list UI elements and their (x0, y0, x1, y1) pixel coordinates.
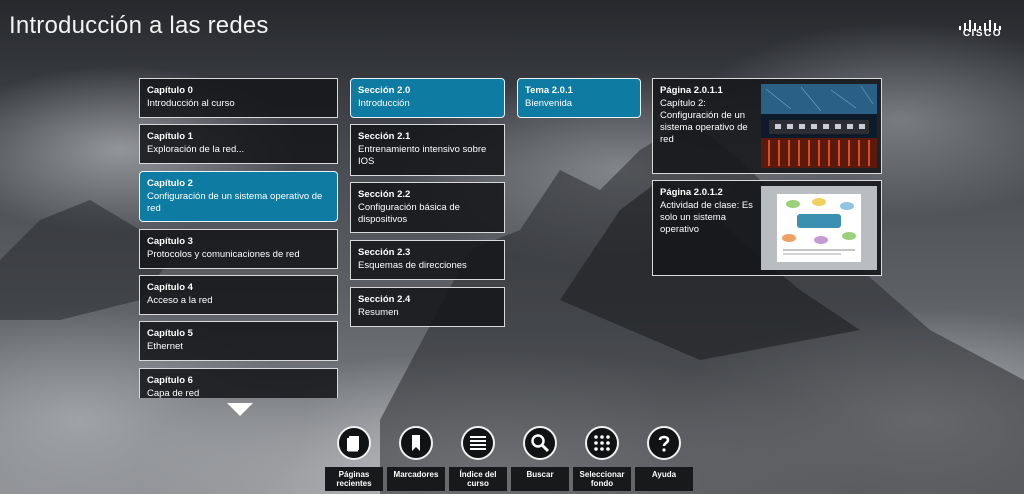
chapter-number: Capítulo 4 (147, 282, 193, 293)
section-name: Esquemas de direcciones (358, 260, 467, 271)
chapter-number: Capítulo 3 (147, 236, 193, 247)
search-label: Buscar (511, 467, 569, 491)
chapter-number: Capítulo 2 (147, 178, 193, 189)
section-number: Sección 2.4 (358, 294, 411, 305)
help-label: Ayuda (635, 467, 693, 491)
chapter-number: Capítulo 6 (147, 375, 193, 386)
chapter-name: Introducción al curso (147, 98, 235, 109)
chapter-item[interactable]: Capítulo 5 Ethernet (139, 321, 338, 361)
select-background-label: Seleccionar fondo (573, 467, 631, 491)
chapter-item[interactable]: Capítulo 0 Introducción al curso (139, 78, 338, 118)
section-item-selected[interactable]: Sección 2.0 Introducción (350, 78, 505, 118)
section-item[interactable]: Sección 2.1 Entrenamiento intensivo sobr… (350, 124, 505, 176)
section-name: Entrenamiento intensivo sobre IOS (358, 144, 487, 167)
section-item[interactable]: Sección 2.4 Resumen (350, 287, 505, 327)
chapter-item[interactable]: Capítulo 1 Exploración de la red... (139, 124, 338, 164)
search-icon (523, 426, 557, 460)
chapter-name: Exploración de la red... (147, 144, 245, 155)
page-name: Actividad de clase: Es solo un sistema o… (660, 200, 753, 235)
section-number: Sección 2.0 (358, 85, 411, 96)
section-name: Configuración básica de dispositivos (358, 202, 460, 225)
topic-item-selected[interactable]: Tema 2.0.1 Bienvenida (517, 78, 641, 118)
bookmark-icon (399, 426, 433, 460)
chapter-item-selected[interactable]: Capítulo 2 Configuración de un sistema o… (139, 171, 338, 222)
chapter-number: Capítulo 5 (147, 328, 193, 339)
section-name: Introducción (358, 98, 410, 109)
section-number: Sección 2.2 (358, 189, 411, 200)
chapter-item[interactable]: Capítulo 6 Capa de red (139, 368, 338, 398)
topic-name: Bienvenida (525, 98, 573, 109)
cisco-logo-text: CISCO (962, 28, 1002, 39)
chapter-name: Protocolos y comunicaciones de red (147, 249, 300, 260)
section-name: Resumen (358, 307, 399, 318)
chapter-number: Capítulo 1 (147, 131, 193, 142)
topic-number: Tema 2.0.1 (525, 85, 573, 96)
page-name: Capítulo 2: Configuración de un sistema … (660, 98, 748, 145)
section-number: Sección 2.3 (358, 247, 411, 258)
recent-pages-label: Páginas recientes (325, 467, 383, 491)
chapter-number: Capítulo 0 (147, 85, 193, 96)
page-thumbnail-activity-image (761, 186, 877, 270)
section-item[interactable]: Sección 2.3 Esquemas de direcciones (350, 240, 505, 280)
chapter-name: Capa de red (147, 388, 200, 398)
chapter-name: Acceso a la red (147, 295, 213, 306)
chapter-item[interactable]: Capítulo 3 Protocolos y comunicaciones d… (139, 229, 338, 269)
page-number: Página 2.0.1.1 (660, 85, 723, 96)
page-thumbnail-router-image (761, 84, 877, 168)
course-index-label: Índice del curso (449, 467, 507, 491)
grid-icon (585, 426, 619, 460)
chapter-name: Ethernet (147, 341, 183, 352)
bookmarks-label: Marcadores (387, 467, 445, 491)
chapter-name: Configuración de un sistema operativo de… (147, 191, 323, 214)
chapter-column[interactable]: Capítulo 0 Introducción al curso Capítul… (139, 78, 338, 398)
section-number: Sección 2.1 (358, 131, 411, 142)
section-item[interactable]: Sección 2.2 Configuración básica de disp… (350, 182, 505, 233)
page-item[interactable]: Página 2.0.1.2 Actividad de clase: Es so… (652, 180, 882, 276)
page-number: Página 2.0.1.2 (660, 187, 723, 198)
book-icon (337, 426, 371, 460)
app-title: Introducción a las redes (9, 12, 269, 39)
chapter-item[interactable]: Capítulo 4 Acceso a la red (139, 275, 338, 315)
page-item[interactable]: Página 2.0.1.1 Capítulo 2: Configuración… (652, 78, 882, 174)
scroll-down-arrow-icon[interactable] (227, 403, 253, 416)
list-icon (461, 426, 495, 460)
help-icon (647, 426, 681, 460)
